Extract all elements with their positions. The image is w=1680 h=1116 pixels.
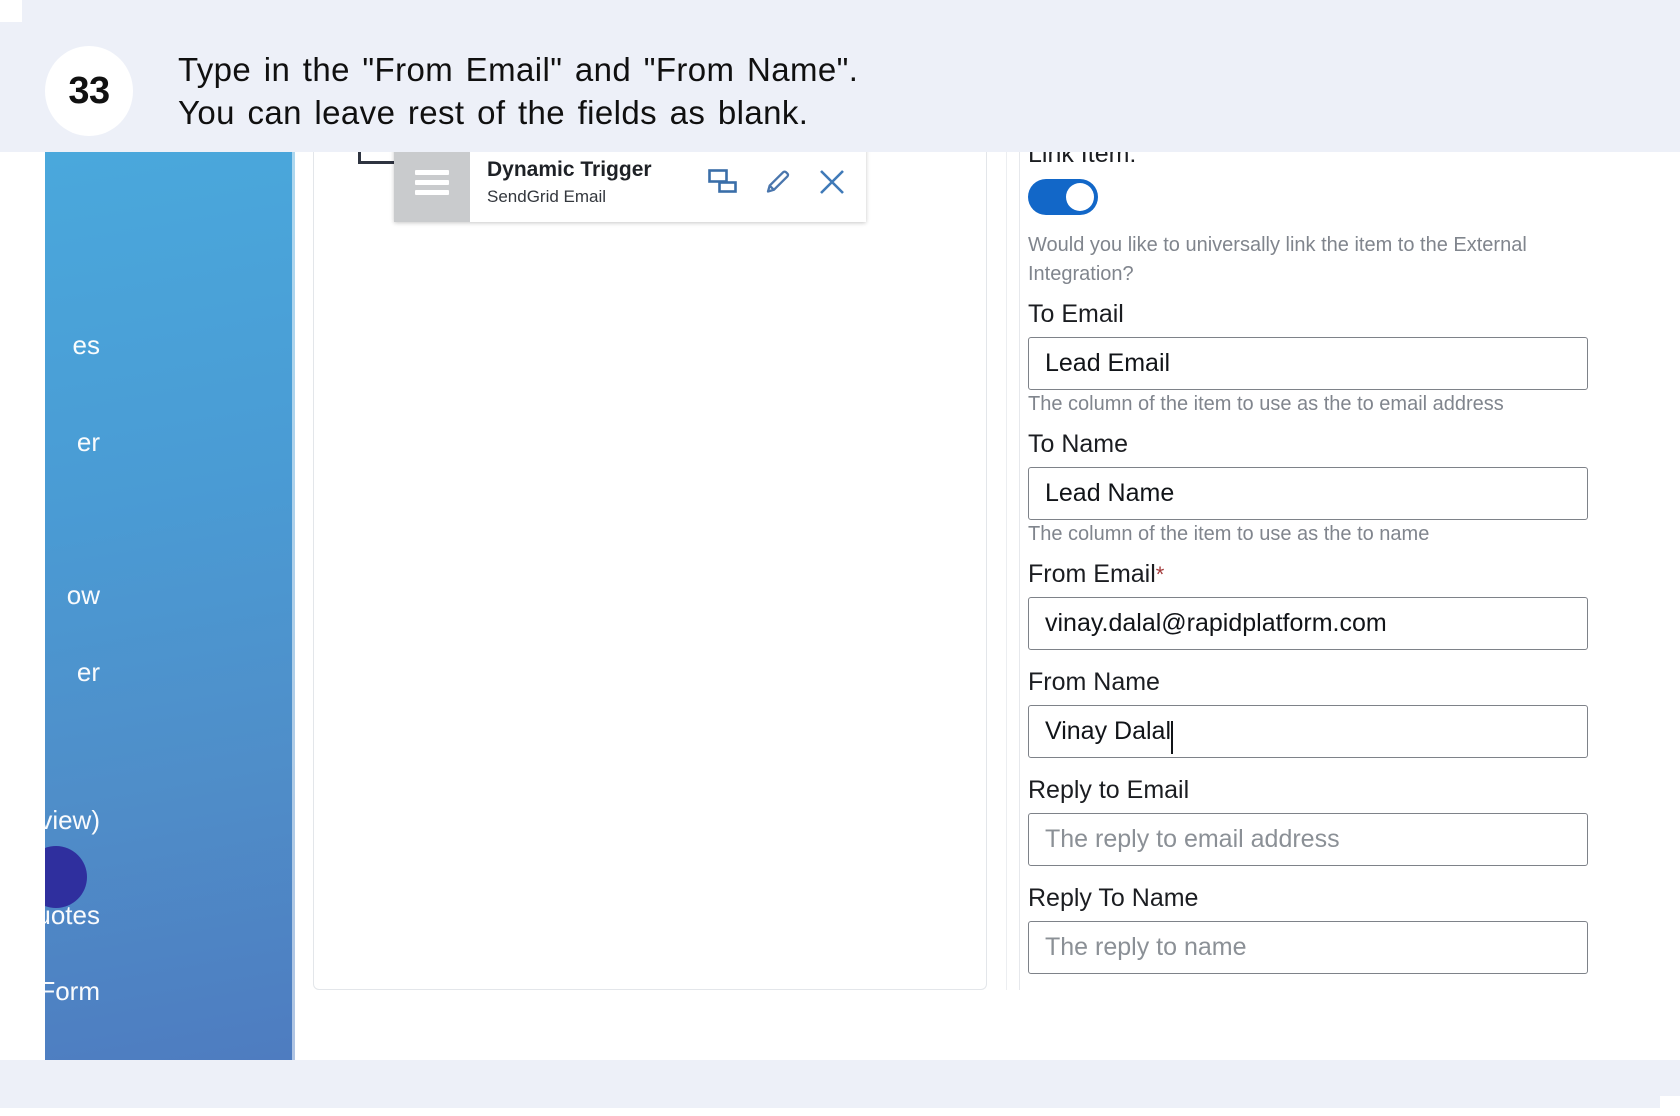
to-email-label: To Email — [1028, 300, 1124, 328]
toggle-knob — [1066, 183, 1094, 211]
node-subtitle: SendGrid Email — [487, 186, 607, 206]
node-titles: Dynamic Trigger SendGrid Email — [487, 157, 652, 208]
panel-divider-rail — [1019, 152, 1020, 990]
text-cursor — [1171, 721, 1173, 754]
from-email-label: From Email* — [1028, 558, 1680, 591]
to-name-input[interactable] — [1028, 467, 1588, 520]
from-name-input[interactable] — [1028, 705, 1588, 758]
edit-pencil-icon[interactable] — [762, 167, 792, 197]
bottom-white-strip — [0, 1108, 1680, 1116]
sidebar-item-0[interactable]: es — [45, 330, 275, 360]
close-x-icon[interactable] — [816, 166, 848, 198]
sidebar-decoration-circle — [45, 846, 87, 908]
sidebar-item-4[interactable]: (Preview) — [45, 805, 275, 835]
flow-canvas-panel: Dynamic Trigger SendGrid Email — [313, 152, 987, 990]
node-title: Dynamic Trigger — [487, 157, 652, 181]
sidebar-item-1[interactable]: er — [45, 427, 275, 457]
to-name-label: To Name — [1028, 430, 1129, 458]
left-sidebar: es er ow er (Preview) uotes Form — [45, 152, 295, 1060]
node-actions — [708, 166, 852, 198]
properties-form: Link Item: Would you like to universally… — [1028, 152, 1680, 974]
node-body: Dynamic Trigger SendGrid Email — [470, 152, 866, 222]
link-item-help: Would you like to universally link the i… — [1028, 234, 1527, 285]
from-email-input[interactable] — [1028, 597, 1588, 650]
sidebar-item-2[interactable]: ow — [45, 580, 275, 610]
instruction-line-1: Type in the "From Email" and "From Name"… — [178, 51, 859, 88]
sidebar-item-3[interactable]: er — [45, 657, 275, 687]
link-item-toggle[interactable] — [1028, 179, 1098, 215]
properties-panel: Link Item: Would you like to universally… — [1006, 152, 1680, 990]
node-icon-tile — [394, 152, 470, 222]
page-root: 33 Type in the "From Email" and "From Na… — [0, 0, 1680, 1116]
step-number-badge: 33 — [45, 46, 133, 136]
flow-node-dynamic-trigger[interactable]: Dynamic Trigger SendGrid Email — [394, 152, 866, 222]
sidebar-item-6[interactable]: Form — [45, 976, 275, 1006]
sidebar-right-edge — [292, 152, 295, 1060]
required-asterisk: * — [1155, 562, 1165, 587]
instruction-bar: 33 Type in the "From Email" and "From Na… — [0, 0, 1680, 152]
from-email-label-text: From Email — [1028, 560, 1156, 588]
reply-to-email-input[interactable] — [1028, 813, 1588, 866]
duplicate-icon[interactable] — [708, 169, 738, 195]
to-email-help: The column of the item to use as the to … — [1028, 393, 1504, 415]
instruction-line-2: You can leave rest of the fields as blan… — [178, 94, 809, 131]
from-name-label: From Name — [1028, 668, 1160, 696]
to-email-input[interactable] — [1028, 337, 1588, 390]
reply-to-email-label: Reply to Email — [1028, 776, 1190, 804]
reply-to-name-input[interactable] — [1028, 921, 1588, 974]
to-name-help: The column of the item to use as the to … — [1028, 523, 1430, 545]
reply-to-name-label: Reply To Name — [1028, 884, 1199, 912]
link-item-label: Link Item: — [1028, 152, 1137, 168]
sidebar-item-5[interactable]: uotes — [45, 900, 275, 930]
from-name-field-wrap — [1028, 705, 1588, 758]
instruction-text: Type in the "From Email" and "From Name"… — [178, 48, 1578, 134]
corner-notch-bottomright — [1660, 1096, 1680, 1116]
application-screenshot: es er ow er (Preview) uotes Form Dynamic — [0, 152, 1680, 1060]
hamburger-icon — [415, 165, 449, 200]
